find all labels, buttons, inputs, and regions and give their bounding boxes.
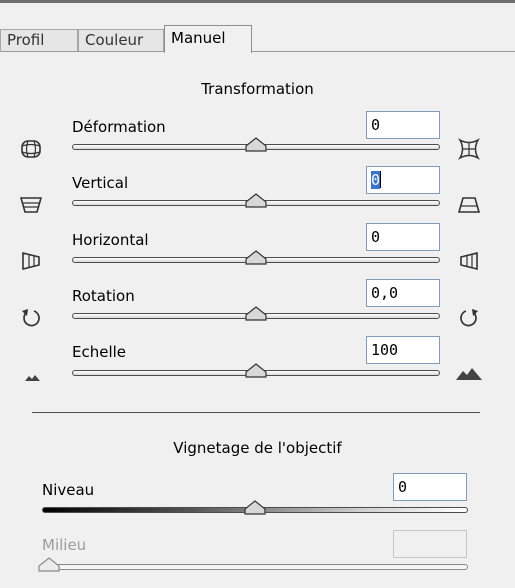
horizontal-slider-thumb[interactable] (245, 250, 267, 266)
tab-manuel[interactable]: Manuel (164, 25, 252, 53)
rotate-counterclockwise-icon[interactable] (20, 307, 42, 329)
horizontal-perspective-right-icon[interactable] (458, 250, 480, 272)
vignetting-amount-slider-thumb[interactable] (244, 500, 266, 516)
vignetting-amount-label: Niveau (42, 481, 95, 499)
horizontal-field[interactable]: 0 (366, 223, 440, 251)
vignetting-midpoint-slider-track (42, 564, 468, 570)
scale-slider-thumb[interactable] (245, 363, 267, 379)
vignetting-heading: Vignetage de l'objectif (173, 439, 342, 457)
horizontal-perspective-left-icon[interactable] (20, 250, 42, 272)
vertical-perspective-narrow-top-icon[interactable] (458, 194, 480, 216)
vignetting-midpoint-slider-thumb (38, 557, 60, 572)
horizontal-label: Horizontal (72, 231, 149, 249)
rotation-slider-thumb[interactable] (245, 306, 267, 322)
scale-label: Echelle (72, 343, 127, 361)
vertical-label: Vertical (72, 174, 129, 192)
rotation-label: Rotation (72, 287, 135, 305)
vignetting-amount-field[interactable]: 0 (393, 473, 467, 501)
tab-profil[interactable]: Profil (0, 29, 78, 51)
pincushion-distortion-icon[interactable] (458, 138, 480, 160)
transformation-heading: Transformation (201, 80, 314, 98)
scale-field[interactable]: 100 (366, 336, 440, 364)
scale-small-mountains-icon[interactable] (22, 365, 44, 387)
panel-top-border (0, 0, 515, 3)
distortion-field[interactable]: 0 (366, 111, 440, 139)
distortion-slider-thumb[interactable] (245, 137, 267, 153)
section-divider (32, 412, 480, 413)
rotate-clockwise-icon[interactable] (458, 307, 480, 329)
tab-couleur[interactable]: Couleur (78, 29, 164, 51)
vignetting-midpoint-field (393, 530, 467, 558)
scale-large-mountains-icon[interactable] (455, 362, 483, 384)
tab-baseline (0, 51, 515, 52)
text-caret (380, 171, 382, 188)
distortion-label: Déformation (72, 118, 166, 136)
vertical-slider-thumb[interactable] (245, 193, 267, 209)
vertical-field[interactable]: 0 (366, 166, 440, 194)
barrel-distortion-icon[interactable] (20, 138, 42, 160)
vignetting-midpoint-label: Milieu (42, 536, 87, 554)
vertical-perspective-narrow-bottom-icon[interactable] (20, 194, 42, 216)
rotation-field[interactable]: 0,0 (366, 279, 440, 307)
vertical-field-selection: 0 (371, 171, 381, 189)
